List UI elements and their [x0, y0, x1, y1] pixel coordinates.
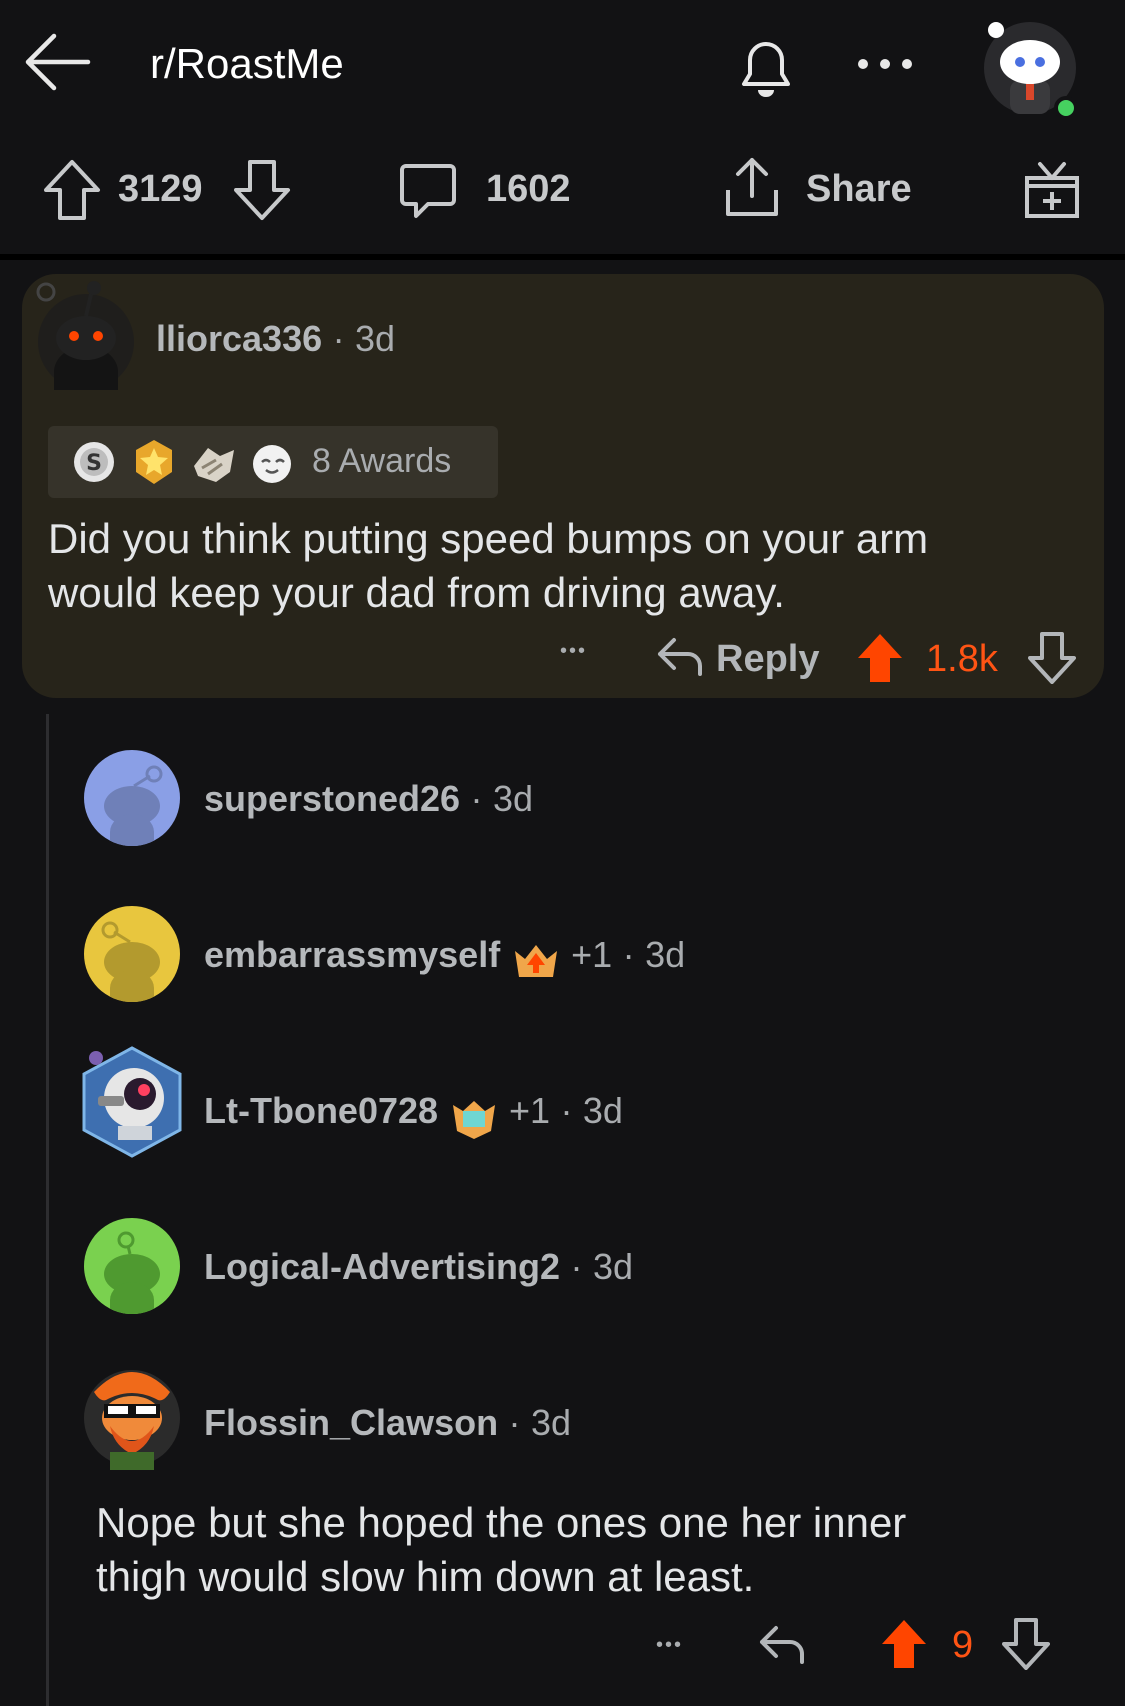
reply-header: embarrassmyself +1 · 3d	[204, 934, 685, 985]
handshake-award-icon	[190, 438, 238, 486]
downvote-icon[interactable]	[232, 158, 292, 222]
share-button[interactable]: Share	[806, 168, 912, 211]
upvote-active-icon[interactable]	[880, 1618, 928, 1670]
reply-header: Lt-Tbone0728 +1 · 3d	[204, 1090, 623, 1141]
reply-username[interactable]: embarrassmyself	[204, 934, 500, 975]
reply-time: 3d	[582, 1090, 623, 1131]
comment-username[interactable]: lliorca336	[156, 318, 322, 359]
separator-dot: ·	[570, 1246, 583, 1287]
reply-avatar[interactable]	[84, 750, 180, 846]
subreddit-title[interactable]: r/RoastMe	[150, 40, 344, 88]
comment-header: lliorca336 · 3d	[156, 318, 395, 360]
separator-dot: ·	[470, 778, 483, 819]
award-icon[interactable]	[1022, 158, 1082, 220]
svg-text:S: S	[86, 451, 102, 476]
reply-header: Logical-Advertising2 · 3d	[204, 1246, 633, 1288]
reply-avatar[interactable]	[78, 1044, 186, 1160]
share-icon[interactable]	[722, 154, 782, 220]
reply-avatar[interactable]	[84, 1218, 180, 1314]
comment-time: 3d	[355, 318, 396, 359]
reply-username[interactable]: Lt-Tbone0728	[204, 1090, 438, 1131]
reply-header: Flossin_Clawson · 3d	[204, 1402, 571, 1444]
reply-username[interactable]: Logical-Advertising2	[204, 1246, 560, 1287]
reply-username[interactable]: Flossin_Clawson	[204, 1402, 498, 1443]
downvote-icon[interactable]	[1002, 1618, 1050, 1670]
reply-time: 3d	[592, 1246, 634, 1287]
flair-count: +1	[508, 1090, 550, 1131]
reply-avatar[interactable]	[84, 906, 180, 1002]
separator-dot: ·	[508, 1402, 521, 1443]
reply-arrow-icon[interactable]	[656, 634, 704, 678]
comment-count[interactable]: 1602	[486, 168, 571, 211]
reply-username[interactable]: superstoned26	[204, 778, 460, 819]
reply-more-dots-icon[interactable]: •••	[656, 1634, 683, 1657]
reply-arrow-icon[interactable]	[758, 1622, 806, 1666]
divider	[0, 254, 1125, 260]
reply-score: 9	[952, 1624, 974, 1666]
separator-dot: ·	[622, 934, 635, 975]
more-dots-icon[interactable]	[850, 44, 920, 84]
gold-star-award-icon	[132, 438, 176, 486]
comment-icon[interactable]	[398, 160, 458, 222]
wholesome-award-icon	[248, 440, 296, 484]
reply-time: 3d	[530, 1402, 572, 1443]
flair-badge-icon	[449, 1097, 499, 1141]
comment-more-dots-icon[interactable]: •••	[560, 640, 587, 663]
comment-text-line2: would keep your dad from driving away.	[48, 569, 785, 616]
flair-badge-icon	[511, 941, 561, 985]
awards-row[interactable]: S 8 Awards	[48, 426, 498, 498]
post-action-bar: 3129 1602 Share	[0, 140, 1125, 250]
reply-avatar[interactable]	[80, 1356, 184, 1470]
awards-count: 8 Awards	[312, 442, 452, 480]
downvote-icon[interactable]	[1028, 632, 1076, 684]
back-arrow-icon[interactable]	[22, 26, 94, 98]
reply-button[interactable]: Reply	[716, 638, 819, 681]
top-bar: r/RoastMe	[0, 0, 1125, 130]
flair-count: +1	[571, 934, 613, 975]
silver-award-icon: S	[72, 440, 116, 484]
comment-score: 1.8k	[926, 638, 998, 680]
reply-time: 3d	[492, 778, 534, 819]
reply-text-line2: thigh would slow him down at least.	[96, 1553, 755, 1600]
reply-time: 3d	[645, 934, 686, 975]
bell-icon[interactable]	[728, 28, 804, 104]
comment-text-line1: Did you think putting speed bumps on you…	[48, 515, 929, 562]
separator-dot: ·	[332, 318, 345, 359]
comment-avatar[interactable]	[36, 276, 136, 392]
user-avatar[interactable]	[980, 18, 1080, 118]
upvote-active-icon[interactable]	[856, 632, 904, 684]
upvote-count: 3129	[118, 168, 203, 210]
separator-dot: ·	[560, 1090, 573, 1131]
reply-header: superstoned26 · 3d	[204, 778, 533, 820]
thread-line	[46, 714, 49, 1706]
upvote-icon[interactable]	[42, 158, 102, 222]
reply-text-line1: Nope but she hoped the ones one her inne…	[96, 1499, 907, 1546]
